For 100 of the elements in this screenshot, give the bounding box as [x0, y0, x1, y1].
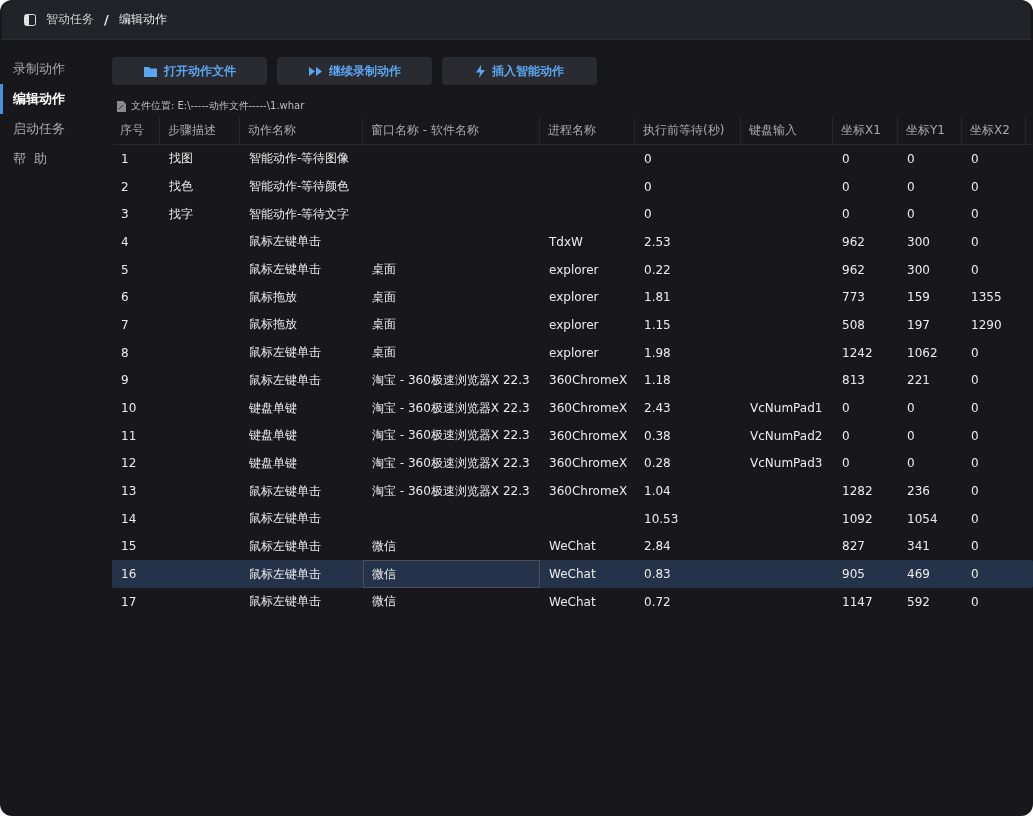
table-row[interactable]: 17 鼠标左键单击 微信 WeChat 0.72 1147 592 0 [112, 588, 1033, 616]
table-cell-text: 键盘单键 [248, 427, 298, 445]
table-cell-text: 0 [970, 178, 980, 196]
table-cell: 微信 [363, 560, 540, 588]
table-cell-text: 0 [970, 427, 980, 445]
table-cell-text: 360ChromeX [548, 455, 629, 473]
sidebar-toggle-icon[interactable] [24, 13, 36, 26]
table-row[interactable]: 8 鼠标左键单击 桌面 explorer 1.98 1242 1062 0 [112, 338, 1033, 367]
table-cell-text: 10.53 [643, 510, 680, 528]
table-cell-text: 找字 [168, 205, 194, 223]
table-cell-text: 智能动作-等待图像 [248, 150, 351, 168]
table-cell-text: 0 [643, 206, 653, 224]
table-cell-text: 905 [841, 566, 866, 584]
table-cell-text: 1062 [906, 344, 939, 362]
table-cell-text: 962 [841, 261, 866, 279]
table-cell-text: 0 [970, 538, 980, 556]
table-cell-text: 0 [841, 455, 851, 473]
table-cell-text: 鼠标左键单击 [248, 565, 322, 583]
table-cell-text: 1355 [970, 289, 1003, 307]
table-cell-text: 1.04 [643, 483, 672, 501]
table-cell-text: 11 [120, 427, 138, 445]
column-header: 坐标X1 [833, 117, 898, 144]
table-cell-text: explorer [548, 344, 600, 362]
table-row[interactable]: 3 找字 智能动作-等待文字 0 0 0 0 [112, 200, 1033, 229]
table-cell-text: 找图 [168, 150, 194, 168]
table-row[interactable]: 13 鼠标左键单击 淘宝 - 360极速浏览器X 22.3 360ChromeX 1.04 1282 236 0 [112, 477, 1033, 505]
table-cell-text: 0.83 [643, 566, 672, 584]
table-cell-text: 鼠标左键单击 [248, 261, 322, 279]
table-cell-text: 10 [120, 400, 138, 418]
table-cell-text: 0.72 [643, 593, 672, 611]
table-cell-text: 13 [120, 483, 138, 501]
table-cell-text: 1290 [970, 316, 1003, 334]
table-row[interactable]: 7 鼠标拖放 桌面 explorer 1.15 508 197 1290 [112, 311, 1033, 339]
table-row[interactable]: 11 键盘单键 淘宝 - 360极速浏览器X 22.3 360ChromeX 0.38 VcNumPad2 0 0 0 [112, 421, 1033, 450]
toolbar-button[interactable]: 打开动作文件 [112, 57, 267, 85]
table-cell-text: 0 [906, 206, 916, 224]
sidebar-item[interactable]: 编辑动作 [0, 84, 104, 114]
table-cell-text: 0 [970, 400, 980, 418]
column-header: 步骤描述 [160, 117, 240, 144]
table-cell-text: 6 [120, 289, 130, 307]
table-cell-text: explorer [548, 316, 600, 334]
toolbar-button[interactable]: 继续录制动作 [277, 57, 432, 85]
table-cell-text: 0 [970, 206, 980, 224]
table-cell-text: 0 [970, 483, 980, 501]
table-cell-text: 0 [841, 206, 851, 224]
table-row[interactable]: 9 鼠标左键单击 淘宝 - 360极速浏览器X 22.3 360ChromeX 1.18 813 221 0 [112, 366, 1033, 395]
table-cell-text: 0 [970, 344, 980, 362]
table-cell-text: 5 [120, 261, 130, 279]
lightning-icon [475, 64, 485, 78]
sidebar-item[interactable]: 帮 助 [0, 144, 104, 174]
table-cell-text: 773 [841, 289, 866, 307]
table-cell-text: 14 [120, 510, 138, 528]
table-cell-text: 找色 [168, 178, 194, 196]
table-row[interactable]: 16 鼠标左键单击 微信 WeChat 0.83 905 469 0 [112, 560, 1033, 588]
table-cell-text: 17 [120, 593, 138, 611]
toolbar-button[interactable]: 插入智能动作 [442, 57, 597, 85]
table-cell-text: 0 [906, 400, 916, 418]
table-cell-text: 221 [906, 372, 931, 390]
table-cell-text: 12 [120, 455, 138, 473]
table-cell-text: 1092 [841, 510, 874, 528]
table-cell-text: 键盘单键 [248, 454, 298, 472]
table-cell-text: 592 [906, 593, 931, 611]
table-cell-text: 桌面 [371, 316, 397, 334]
table-cell-text: 鼠标左键单击 [248, 233, 322, 251]
table-row[interactable]: 10 键盘单键 淘宝 - 360极速浏览器X 22.3 360ChromeX 2.43 VcNumPad1 0 0 0 [112, 394, 1033, 422]
table-row[interactable]: 14 鼠标左键单击 10.53 1092 1054 0 [112, 504, 1033, 533]
table-cell-text: 360ChromeX [548, 400, 629, 418]
table-cell-text: 0 [970, 455, 980, 473]
sidebar-item[interactable]: 录制动作 [0, 54, 104, 84]
column-header: 坐标X2 [962, 117, 1026, 144]
table-cell-text: 鼠标左键单击 [248, 371, 322, 389]
folder-icon [143, 65, 157, 77]
table-cell-text: 键盘单键 [248, 399, 298, 417]
table-cell-text: 0.22 [643, 261, 672, 279]
table-row[interactable]: 4 鼠标左键单击 TdxW 2.53 962 300 0 [112, 228, 1033, 256]
table-row[interactable]: 2 找色 智能动作-等待颜色 0 0 0 0 [112, 172, 1033, 201]
table-row[interactable]: 1 找图 智能动作-等待图像 0 0 0 0 [112, 145, 1033, 173]
table-row[interactable]: 5 鼠标左键单击 桌面 explorer 0.22 962 300 0 [112, 255, 1033, 284]
table-cell-text: 827 [841, 538, 866, 556]
table-cell-text: 智能动作-等待颜色 [248, 178, 351, 196]
column-header: 窗口名称 - 软件名称 [363, 117, 540, 144]
column-header: 坐标Y1 [898, 117, 962, 144]
table-cell-text: 7 [120, 316, 130, 334]
table-cell-text: 0 [841, 178, 851, 196]
table-cell-text: 508 [841, 316, 866, 334]
table-row[interactable]: 12 键盘单键 淘宝 - 360极速浏览器X 22.3 360ChromeX 0.28 VcNumPad3 0 0 0 [112, 449, 1033, 478]
column-header: 进程名称 [540, 117, 635, 144]
table-cell-text: explorer [548, 261, 600, 279]
sidebar-item[interactable]: 启动任务 [0, 114, 104, 144]
table-cell-text: 360ChromeX [548, 427, 629, 445]
table-cell-text: 360ChromeX [548, 483, 629, 501]
breadcrumb-current: 编辑动作 [118, 11, 167, 28]
table-cell-text: 0 [643, 178, 653, 196]
table-cell-text: 2.43 [643, 400, 672, 418]
table-row[interactable]: 6 鼠标拖放 桌面 explorer 1.81 773 159 1355 [112, 283, 1033, 312]
table-row[interactable]: 15 鼠标左键单击 微信 WeChat 2.84 827 341 0 [112, 532, 1033, 561]
document-icon [117, 100, 126, 112]
breadcrumb-link[interactable]: 智动任务 [46, 11, 94, 28]
table-cell-text: 淘宝 - 360极速浏览器X 22.3 [371, 399, 531, 417]
table-cell-text: 1242 [841, 344, 874, 362]
